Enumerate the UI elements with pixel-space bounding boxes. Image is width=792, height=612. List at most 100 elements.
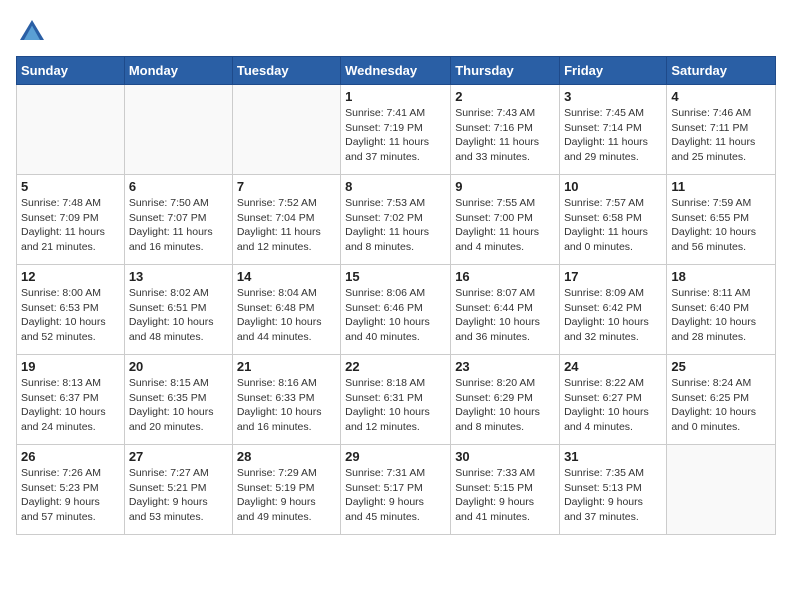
day-info: Sunrise: 7:43 AM Sunset: 7:16 PM Dayligh… — [455, 106, 555, 165]
day-number: 23 — [455, 359, 555, 374]
calendar-day-30: 30 Sunrise: 7:33 AM Sunset: 5:15 PM Dayli… — [451, 445, 560, 535]
day-number: 12 — [21, 269, 120, 284]
day-info: Sunrise: 8:02 AM Sunset: 6:51 PM Dayligh… — [129, 286, 228, 345]
calendar-empty — [232, 85, 340, 175]
calendar-day-9: 9 Sunrise: 7:55 AM Sunset: 7:00 PM Daylig… — [451, 175, 560, 265]
day-info: Sunrise: 7:53 AM Sunset: 7:02 PM Dayligh… — [345, 196, 446, 255]
day-number: 2 — [455, 89, 555, 104]
day-number: 1 — [345, 89, 446, 104]
calendar-week-row: 26Sunrise: 7:26 AM Sunset: 5:23 PM Dayli… — [17, 445, 776, 535]
day-number: 16 — [455, 269, 555, 284]
calendar-table: SundayMondayTuesdayWednesdayThursdayFrid… — [16, 56, 776, 535]
day-info: Sunrise: 8:06 AM Sunset: 6:46 PM Dayligh… — [345, 286, 446, 345]
calendar-empty — [17, 85, 125, 175]
calendar-day-2: 2 Sunrise: 7:43 AM Sunset: 7:16 PM Daylig… — [451, 85, 560, 175]
day-number: 5 — [21, 179, 120, 194]
day-number: 9 — [455, 179, 555, 194]
calendar-day-24: 24 Sunrise: 8:22 AM Sunset: 6:27 PM Dayli… — [560, 355, 667, 445]
day-number: 25 — [671, 359, 771, 374]
calendar-day-15: 15Sunrise: 8:06 AM Sunset: 6:46 PM Dayli… — [341, 265, 451, 355]
calendar-week-row: 5 Sunrise: 7:48 AM Sunset: 7:09 PM Daylig… — [17, 175, 776, 265]
calendar-day-18: 18 Sunrise: 8:11 AM Sunset: 6:40 PM Dayli… — [667, 265, 776, 355]
day-number: 21 — [237, 359, 336, 374]
calendar-day-21: 21 Sunrise: 8:16 AM Sunset: 6:33 PM Dayli… — [232, 355, 340, 445]
calendar-day-16: 16 Sunrise: 8:07 AM Sunset: 6:44 PM Dayli… — [451, 265, 560, 355]
calendar-week-row: 12 Sunrise: 8:00 AM Sunset: 6:53 PM Dayli… — [17, 265, 776, 355]
calendar-header-wednesday: Wednesday — [341, 57, 451, 85]
calendar-day-1: 1Sunrise: 7:41 AM Sunset: 7:19 PM Daylig… — [341, 85, 451, 175]
day-number: 3 — [564, 89, 662, 104]
day-number: 29 — [345, 449, 446, 464]
day-number: 24 — [564, 359, 662, 374]
logo — [16, 16, 52, 48]
calendar-header-sunday: Sunday — [17, 57, 125, 85]
day-number: 13 — [129, 269, 228, 284]
calendar-day-23: 23 Sunrise: 8:20 AM Sunset: 6:29 PM Dayli… — [451, 355, 560, 445]
calendar-day-14: 14Sunrise: 8:04 AM Sunset: 6:48 PM Dayli… — [232, 265, 340, 355]
day-number: 19 — [21, 359, 120, 374]
day-info: Sunrise: 7:35 AM Sunset: 5:13 PM Dayligh… — [564, 466, 662, 525]
day-number: 22 — [345, 359, 446, 374]
page-header — [16, 16, 776, 48]
day-info: Sunrise: 7:50 AM Sunset: 7:07 PM Dayligh… — [129, 196, 228, 255]
calendar-day-7: 7 Sunrise: 7:52 AM Sunset: 7:04 PM Daylig… — [232, 175, 340, 265]
day-info: Sunrise: 8:22 AM Sunset: 6:27 PM Dayligh… — [564, 376, 662, 435]
day-info: Sunrise: 8:11 AM Sunset: 6:40 PM Dayligh… — [671, 286, 771, 345]
day-info: Sunrise: 7:48 AM Sunset: 7:09 PM Dayligh… — [21, 196, 120, 255]
calendar-week-row: 1Sunrise: 7:41 AM Sunset: 7:19 PM Daylig… — [17, 85, 776, 175]
calendar-header-thursday: Thursday — [451, 57, 560, 85]
calendar-day-26: 26Sunrise: 7:26 AM Sunset: 5:23 PM Dayli… — [17, 445, 125, 535]
day-number: 30 — [455, 449, 555, 464]
calendar-day-6: 6Sunrise: 7:50 AM Sunset: 7:07 PM Daylig… — [124, 175, 232, 265]
calendar-day-3: 3 Sunrise: 7:45 AM Sunset: 7:14 PM Daylig… — [560, 85, 667, 175]
day-number: 31 — [564, 449, 662, 464]
day-info: Sunrise: 7:27 AM Sunset: 5:21 PM Dayligh… — [129, 466, 228, 525]
calendar-day-27: 27 Sunrise: 7:27 AM Sunset: 5:21 PM Dayli… — [124, 445, 232, 535]
day-info: Sunrise: 8:00 AM Sunset: 6:53 PM Dayligh… — [21, 286, 120, 345]
day-number: 11 — [671, 179, 771, 194]
day-info: Sunrise: 7:59 AM Sunset: 6:55 PM Dayligh… — [671, 196, 771, 255]
day-info: Sunrise: 7:26 AM Sunset: 5:23 PM Dayligh… — [21, 466, 120, 525]
day-number: 8 — [345, 179, 446, 194]
day-info: Sunrise: 8:07 AM Sunset: 6:44 PM Dayligh… — [455, 286, 555, 345]
day-info: Sunrise: 7:45 AM Sunset: 7:14 PM Dayligh… — [564, 106, 662, 165]
calendar-day-19: 19 Sunrise: 8:13 AM Sunset: 6:37 PM Dayli… — [17, 355, 125, 445]
calendar-day-22: 22 Sunrise: 8:18 AM Sunset: 6:31 PM Dayli… — [341, 355, 451, 445]
day-number: 17 — [564, 269, 662, 284]
calendar-day-29: 29 Sunrise: 7:31 AM Sunset: 5:17 PM Dayli… — [341, 445, 451, 535]
calendar-header-tuesday: Tuesday — [232, 57, 340, 85]
day-number: 27 — [129, 449, 228, 464]
day-info: Sunrise: 7:57 AM Sunset: 6:58 PM Dayligh… — [564, 196, 662, 255]
calendar-day-28: 28Sunrise: 7:29 AM Sunset: 5:19 PM Dayli… — [232, 445, 340, 535]
day-info: Sunrise: 7:46 AM Sunset: 7:11 PM Dayligh… — [671, 106, 771, 165]
day-number: 20 — [129, 359, 228, 374]
day-info: Sunrise: 7:52 AM Sunset: 7:04 PM Dayligh… — [237, 196, 336, 255]
calendar-day-8: 8 Sunrise: 7:53 AM Sunset: 7:02 PM Daylig… — [341, 175, 451, 265]
day-info: Sunrise: 8:20 AM Sunset: 6:29 PM Dayligh… — [455, 376, 555, 435]
calendar-day-10: 10 Sunrise: 7:57 AM Sunset: 6:58 PM Dayli… — [560, 175, 667, 265]
day-number: 7 — [237, 179, 336, 194]
calendar-header-saturday: Saturday — [667, 57, 776, 85]
calendar-empty — [124, 85, 232, 175]
day-info: Sunrise: 8:04 AM Sunset: 6:48 PM Dayligh… — [237, 286, 336, 345]
calendar-day-13: 13 Sunrise: 8:02 AM Sunset: 6:51 PM Dayli… — [124, 265, 232, 355]
calendar-header-row: SundayMondayTuesdayWednesdayThursdayFrid… — [17, 57, 776, 85]
calendar-day-25: 25Sunrise: 8:24 AM Sunset: 6:25 PM Dayli… — [667, 355, 776, 445]
calendar-empty — [667, 445, 776, 535]
calendar-day-4: 4 Sunrise: 7:46 AM Sunset: 7:11 PM Daylig… — [667, 85, 776, 175]
day-info: Sunrise: 8:18 AM Sunset: 6:31 PM Dayligh… — [345, 376, 446, 435]
day-number: 10 — [564, 179, 662, 194]
day-info: Sunrise: 8:16 AM Sunset: 6:33 PM Dayligh… — [237, 376, 336, 435]
calendar-header-monday: Monday — [124, 57, 232, 85]
day-info: Sunrise: 7:31 AM Sunset: 5:17 PM Dayligh… — [345, 466, 446, 525]
calendar-day-11: 11 Sunrise: 7:59 AM Sunset: 6:55 PM Dayli… — [667, 175, 776, 265]
day-number: 18 — [671, 269, 771, 284]
day-info: Sunrise: 7:33 AM Sunset: 5:15 PM Dayligh… — [455, 466, 555, 525]
day-info: Sunrise: 8:13 AM Sunset: 6:37 PM Dayligh… — [21, 376, 120, 435]
day-number: 4 — [671, 89, 771, 104]
calendar-week-row: 19 Sunrise: 8:13 AM Sunset: 6:37 PM Dayli… — [17, 355, 776, 445]
day-info: Sunrise: 7:29 AM Sunset: 5:19 PM Dayligh… — [237, 466, 336, 525]
day-info: Sunrise: 7:55 AM Sunset: 7:00 PM Dayligh… — [455, 196, 555, 255]
calendar-day-17: 17Sunrise: 8:09 AM Sunset: 6:42 PM Dayli… — [560, 265, 667, 355]
calendar-header-friday: Friday — [560, 57, 667, 85]
